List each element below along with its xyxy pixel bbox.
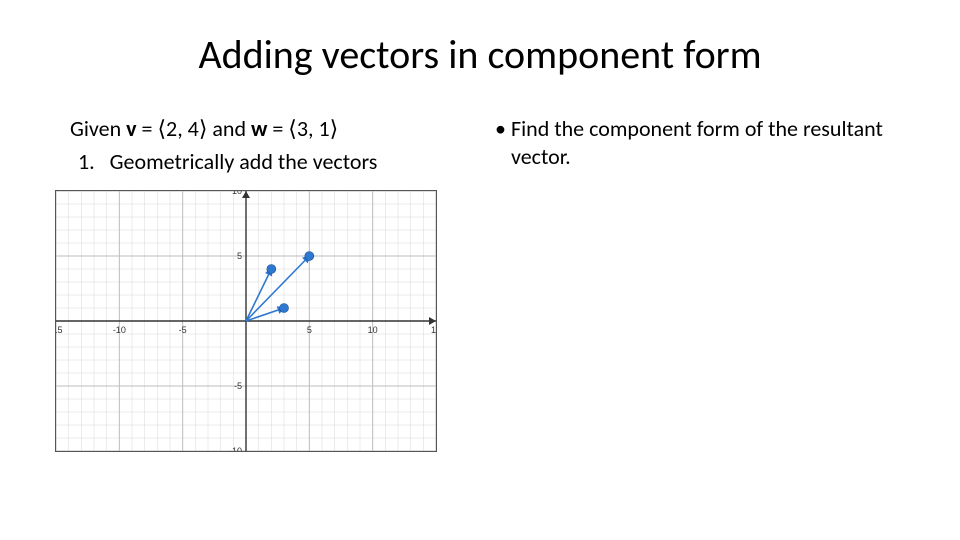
svg-text:5: 5 [307,325,312,335]
vector-chart: -15 -10 -5 5 10 15 -10 -5 5 10 [55,190,437,452]
svg-text:10: 10 [368,325,378,335]
slide: Adding vectors in component form Given v… [0,0,960,540]
step-1-number: 1. [78,148,95,175]
svg-text:-10: -10 [229,446,242,451]
svg-text:-5: -5 [179,325,187,335]
bullet-dot-icon: • [495,115,511,170]
left-column: Given v = ⟨2, 4⟩ and w = ⟨3, 1⟩ 1. Geome… [70,115,470,175]
svg-text:10: 10 [232,191,242,196]
page-title: Adding vectors in component form [0,30,960,79]
svg-text:-5: -5 [234,381,242,391]
svg-text:15: 15 [431,325,436,335]
eq-part-1: = ⟨2, 4⟩ and [137,115,251,142]
svg-text:-10: -10 [113,325,126,335]
given-line: Given v = ⟨2, 4⟩ and w = ⟨3, 1⟩ [70,115,470,142]
bullet-item: • Find the component form of the resulta… [495,115,915,170]
chart-svg: -15 -10 -5 5 10 15 -10 -5 5 10 [56,191,436,451]
given-prefix: Given [70,115,126,142]
step-1-text: Geometrically add the vectors [110,148,378,175]
step-1: 1. Geometrically add the vectors [78,148,470,175]
vector-v-name: v [126,115,136,142]
svg-text:-15: -15 [56,325,63,335]
svg-text:5: 5 [237,251,242,261]
bullet-text: Find the component form of the resultant… [511,115,915,170]
eq-part-2: = ⟨3, 1⟩ [267,115,338,142]
vector-w-name: w [251,115,267,142]
right-column: • Find the component form of the resulta… [495,115,915,170]
